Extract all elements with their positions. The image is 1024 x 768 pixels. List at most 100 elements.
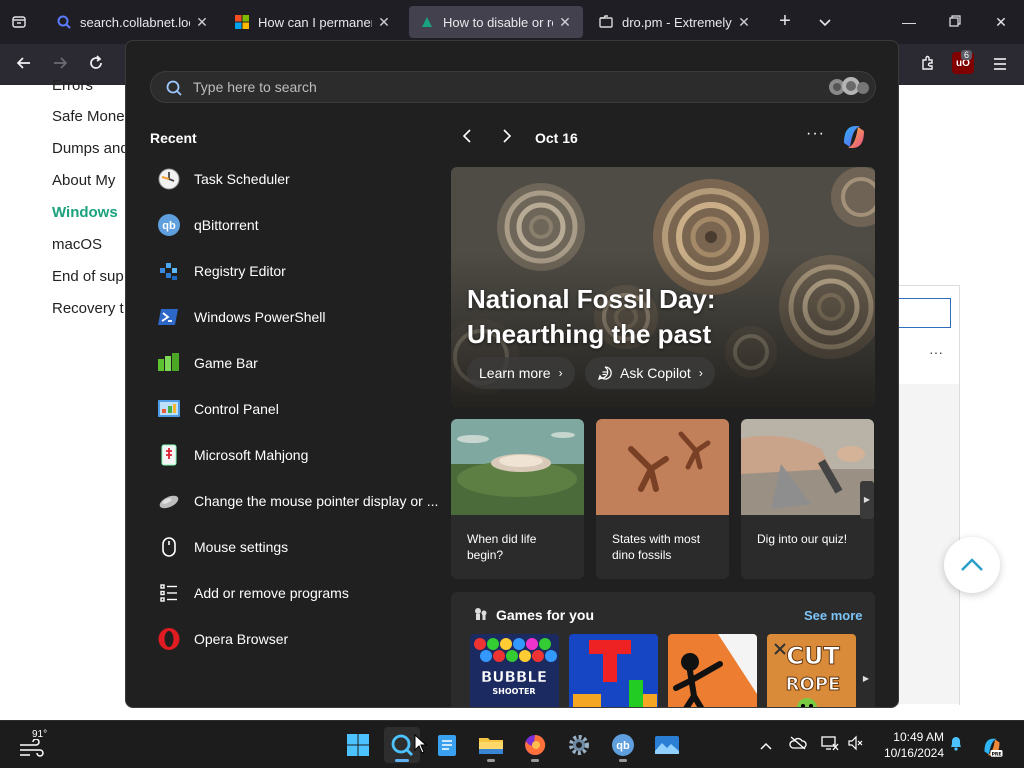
search-input[interactable] bbox=[193, 72, 813, 102]
background-input-field[interactable] bbox=[899, 298, 951, 328]
recent-item-label: Change the mouse pointer display or ... bbox=[194, 493, 439, 509]
qbittorrent-taskbar-button[interactable]: qb bbox=[605, 727, 641, 763]
card-quiz[interactable]: Dig into our quiz! bbox=[741, 419, 874, 579]
notepad-taskbar-button[interactable] bbox=[429, 727, 465, 763]
sidenav-item-active[interactable]: Windows bbox=[52, 204, 118, 221]
cloud-status-button[interactable] bbox=[788, 735, 808, 755]
previous-day-button[interactable] bbox=[457, 128, 477, 148]
weather-temperature: 91° bbox=[32, 729, 48, 740]
tab-close-icon[interactable]: ✕ bbox=[194, 14, 210, 31]
search-box[interactable] bbox=[150, 71, 876, 103]
ask-copilot-button[interactable]: Ask Copilot › bbox=[585, 357, 715, 389]
sidenav-item[interactable]: Errors bbox=[52, 77, 93, 94]
tab-microsoft[interactable]: How can I permanently ena ✕ bbox=[224, 6, 402, 38]
notifications-button[interactable] bbox=[946, 735, 966, 755]
game-tile-cut-the-rope[interactable]: CUT ROPE bbox=[767, 634, 856, 707]
weather-widget[interactable]: 91° bbox=[16, 729, 56, 761]
card-dino-fossils[interactable]: States with most dino fossils bbox=[596, 419, 729, 579]
sidenav-item[interactable]: End of sup bbox=[52, 268, 124, 285]
start-button[interactable] bbox=[340, 727, 376, 763]
tab-title: How to disable or remo bbox=[443, 14, 553, 30]
volume-button[interactable] bbox=[845, 735, 865, 755]
sidenav-item[interactable]: Recovery t bbox=[52, 300, 124, 317]
recent-item-control-panel[interactable]: Control Panel bbox=[156, 389, 446, 429]
more-options-icon[interactable]: ··· bbox=[929, 344, 943, 360]
game-tile-stickman[interactable] bbox=[668, 634, 757, 707]
game-tile-bubble-shooter[interactable]: BUBBLE SHOOTER bbox=[470, 634, 559, 707]
tab-close-icon[interactable]: ✕ bbox=[376, 14, 392, 31]
rope-title: ROPE bbox=[786, 674, 841, 695]
qbittorrent-icon: qb bbox=[158, 214, 180, 236]
tab-close-icon[interactable]: ✕ bbox=[557, 14, 573, 31]
chevron-right-icon: › bbox=[558, 366, 563, 380]
forward-button[interactable] bbox=[47, 52, 73, 78]
learn-more-button[interactable]: Learn more › bbox=[467, 357, 575, 389]
copilot-taskbar-button[interactable]: PRE bbox=[978, 735, 1006, 757]
card-life-begin[interactable]: When did life begin? bbox=[451, 419, 584, 579]
bell-icon bbox=[951, 737, 961, 751]
cloud-off-icon bbox=[789, 736, 807, 750]
powershell-icon bbox=[158, 309, 178, 325]
copilot-icon[interactable] bbox=[838, 121, 870, 153]
clock-date: 10/16/2024 bbox=[883, 746, 944, 760]
chevron-right-icon bbox=[503, 129, 512, 143]
recent-item-qbittorrent[interactable]: qb qBittorrent bbox=[156, 205, 446, 245]
card-title: Dig into our quiz! bbox=[757, 532, 848, 546]
next-day-button[interactable] bbox=[497, 128, 517, 148]
recent-item-powershell[interactable]: Windows PowerShell bbox=[156, 297, 446, 337]
sidenav-item[interactable]: macOS bbox=[52, 236, 102, 253]
new-tab-button[interactable]: + bbox=[772, 10, 798, 34]
more-options-button[interactable]: ··· bbox=[806, 125, 825, 143]
system-clock[interactable]: 10:49 AM 10/16/2024 bbox=[874, 729, 944, 761]
restore-button[interactable] bbox=[932, 0, 978, 44]
recent-item-registry-editor[interactable]: Registry Editor bbox=[156, 251, 446, 291]
photos-taskbar-button[interactable] bbox=[649, 727, 685, 763]
file-explorer-taskbar-button[interactable] bbox=[473, 727, 509, 763]
see-more-link[interactable]: See more bbox=[804, 608, 863, 623]
firefox-icon bbox=[525, 734, 546, 755]
sidenav-item[interactable]: About My bbox=[52, 172, 115, 189]
game-piece-icon bbox=[475, 608, 487, 620]
recent-item-game-bar[interactable]: Game Bar bbox=[156, 343, 446, 383]
recent-item-mahjong[interactable]: Microsoft Mahjong bbox=[156, 435, 446, 475]
close-window-button[interactable]: ✕ bbox=[978, 0, 1024, 44]
background-comment-widget: ··· bbox=[898, 285, 960, 705]
tab-active-article[interactable]: How to disable or remo ✕ bbox=[409, 6, 583, 38]
tab-list-button[interactable] bbox=[6, 10, 32, 34]
minimize-button[interactable]: — bbox=[886, 0, 932, 44]
cards-next-button[interactable]: ▶ bbox=[860, 481, 874, 519]
tab-close-icon[interactable]: ✕ bbox=[736, 14, 752, 31]
reload-button[interactable] bbox=[83, 52, 109, 78]
shooter-title: SHOOTER bbox=[492, 687, 535, 696]
recent-item-mouse-settings[interactable]: Mouse settings bbox=[156, 527, 446, 567]
hero-card[interactable]: National Fossil Day: Unearthing the past… bbox=[451, 167, 875, 407]
scroll-to-top-button[interactable] bbox=[944, 537, 1000, 593]
recent-item-label: Microsoft Mahjong bbox=[194, 447, 309, 463]
sidenav-item[interactable]: Dumps and bbox=[52, 140, 129, 157]
settings-taskbar-button[interactable] bbox=[561, 727, 597, 763]
windows-logo-icon bbox=[347, 734, 369, 756]
early-life-image bbox=[451, 419, 584, 515]
game-tile-block-puzzle[interactable] bbox=[569, 634, 658, 707]
active-indicator bbox=[395, 759, 409, 762]
photos-icon bbox=[655, 736, 679, 754]
restore-icon bbox=[949, 15, 961, 27]
recent-item-add-remove-programs[interactable]: Add or remove programs bbox=[156, 573, 446, 613]
network-button[interactable] bbox=[820, 735, 840, 755]
ask-copilot-label: Ask Copilot bbox=[620, 365, 691, 381]
firefox-taskbar-button[interactable] bbox=[517, 727, 553, 763]
extension-badge-count: 6 bbox=[961, 50, 973, 60]
tab-dropm[interactable]: dro.pm - Extremely Sho ✕ bbox=[588, 6, 762, 38]
sidenav-item[interactable]: Safe Mone bbox=[52, 108, 125, 125]
recent-item-mouse-pointer[interactable]: Change the mouse pointer display or ... bbox=[156, 481, 456, 521]
show-hidden-icons-button[interactable] bbox=[756, 735, 776, 755]
back-button[interactable] bbox=[11, 52, 37, 78]
list-all-tabs-button[interactable] bbox=[812, 10, 838, 34]
extensions-button[interactable] bbox=[915, 52, 941, 78]
app-menu-button[interactable] bbox=[987, 52, 1013, 78]
recent-item-opera[interactable]: Opera Browser bbox=[156, 619, 446, 659]
tab-search-collabnet[interactable]: search.collabnet.local/# ✕ bbox=[46, 6, 220, 38]
recent-item-task-scheduler[interactable]: Task Scheduler bbox=[156, 159, 446, 199]
search-highlight-fossil-icon bbox=[829, 77, 869, 95]
games-next-button[interactable]: ▶ bbox=[859, 660, 873, 698]
